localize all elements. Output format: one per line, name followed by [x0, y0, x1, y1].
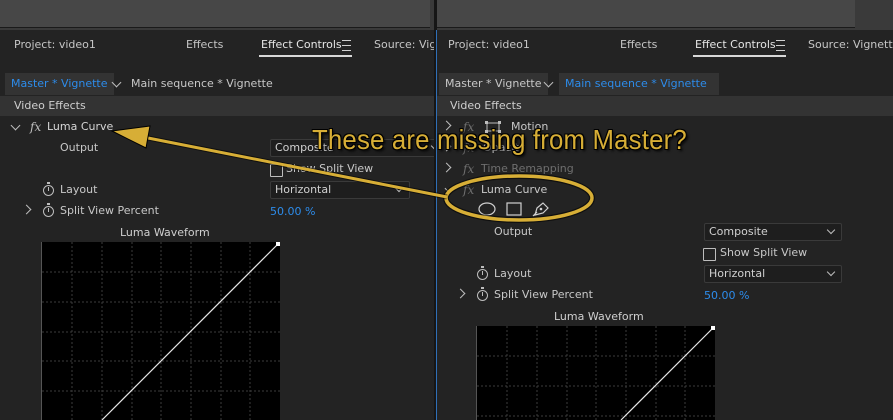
panel-menu-icon[interactable] — [342, 40, 351, 51]
stopwatch-icon[interactable] — [43, 182, 54, 196]
output-dropdown[interactable]: Composite — [704, 223, 842, 241]
effect-controls-panel-master: Project: video1 Effects Effect Controls … — [0, 0, 435, 420]
fx-icon[interactable]: fx — [30, 117, 41, 137]
video-effects-header: Video Effects — [437, 96, 893, 116]
tab-effect-controls[interactable]: Effect Controls — [261, 38, 342, 51]
luma-waveform-label: Luma Waveform — [120, 226, 210, 239]
panel-tab-bar: Project: video1 Effects Effect Controls … — [437, 34, 893, 58]
expand-chevron-icon[interactable] — [10, 120, 21, 131]
rectangle-mask-icon[interactable] — [506, 202, 522, 216]
top-strip — [437, 0, 893, 30]
show-split-view-label: Show Split View — [720, 246, 808, 259]
video-effects-header: Video Effects — [0, 96, 435, 116]
curve-line — [620, 327, 714, 420]
layout-dropdown[interactable]: Horizontal — [270, 181, 410, 199]
chevron-down-icon — [826, 267, 836, 277]
effect-name-time-remapping: Time Remapping — [481, 162, 574, 175]
chevron-down-icon — [394, 183, 404, 193]
main-sequence-tab[interactable]: Main sequence * Vignette — [131, 73, 273, 95]
tab-source[interactable]: Source: Vignette — [808, 38, 893, 51]
stopwatch-icon[interactable] — [477, 266, 488, 280]
main-sequence-tab[interactable]: Main sequence * Vignette — [559, 73, 719, 95]
layout-value: Horizontal — [275, 183, 332, 196]
layout-label: Layout — [60, 183, 98, 196]
tab-effects[interactable]: Effects — [186, 38, 223, 51]
active-tab-underline — [693, 55, 786, 57]
top-strip — [0, 0, 435, 30]
annotation-caption: These are missing from Master? — [312, 124, 687, 155]
tab-project[interactable]: Project: video1 — [448, 38, 530, 51]
tab-effects[interactable]: Effects — [620, 38, 657, 51]
tab-source[interactable]: Source: Vignette — [374, 38, 435, 51]
show-split-view-checkbox[interactable] — [270, 164, 283, 177]
ellipse-mask-icon[interactable] — [478, 202, 496, 216]
luma-waveform-curve-editor[interactable] — [41, 242, 280, 420]
effect-controls-panel-sequence: Project: video1 Effects Effect Controls … — [437, 0, 893, 420]
output-label: Output — [494, 225, 533, 238]
split-view-percent-label: Split View Percent — [60, 204, 159, 217]
top-strip-segment — [437, 0, 855, 28]
luma-waveform-curve-editor[interactable] — [476, 326, 715, 420]
expand-chevron-icon[interactable] — [21, 204, 32, 215]
split-view-percent-value[interactable]: 50.00 % — [704, 286, 749, 306]
luma-waveform-label: Luma Waveform — [554, 310, 644, 323]
expand-chevron-icon[interactable] — [444, 183, 455, 194]
layout-label: Layout — [494, 267, 532, 280]
expand-chevron-icon[interactable] — [441, 162, 452, 173]
top-strip-segment — [0, 0, 430, 28]
fx-icon: fx — [463, 162, 475, 176]
sequence-selector-bar: Master * Vignette Main sequence * Vignet… — [0, 73, 435, 95]
fx-icon[interactable]: fx — [463, 180, 474, 200]
panel-tab-bar: Project: video1 Effects Effect Controls … — [0, 34, 435, 58]
output-label: Output — [60, 141, 99, 154]
curve-control-point — [276, 242, 280, 246]
output-value: Composite — [709, 225, 768, 238]
split-view-percent-label: Split View Percent — [494, 288, 593, 301]
layout-value: Horizontal — [709, 267, 766, 280]
stopwatch-icon[interactable] — [43, 203, 54, 217]
chevron-down-icon — [826, 225, 836, 235]
layout-dropdown[interactable]: Horizontal — [704, 265, 842, 283]
stopwatch-icon[interactable] — [477, 287, 488, 301]
master-clip-tab[interactable]: Master * Vignette — [439, 73, 548, 95]
pen-mask-icon[interactable] — [532, 201, 550, 217]
sequence-selector-bar: Master * Vignette Main sequence * Vignet… — [437, 73, 893, 95]
curve-control-point — [711, 326, 715, 330]
tab-effect-controls[interactable]: Effect Controls — [695, 38, 776, 51]
effect-name-luma-curve: Luma Curve — [481, 183, 548, 196]
tab-project[interactable]: Project: video1 — [14, 38, 96, 51]
expand-chevron-icon[interactable] — [455, 288, 466, 299]
active-tab-underline — [259, 55, 352, 57]
split-view-percent-value[interactable]: 50.00 % — [270, 202, 315, 222]
effect-name-luma-curve: Luma Curve — [47, 120, 114, 133]
show-split-view-checkbox[interactable] — [703, 248, 716, 261]
master-clip-tab[interactable]: Master * Vignette — [5, 73, 114, 95]
panel-menu-icon[interactable] — [776, 40, 785, 51]
show-split-view-label: Show Split View — [286, 162, 374, 175]
